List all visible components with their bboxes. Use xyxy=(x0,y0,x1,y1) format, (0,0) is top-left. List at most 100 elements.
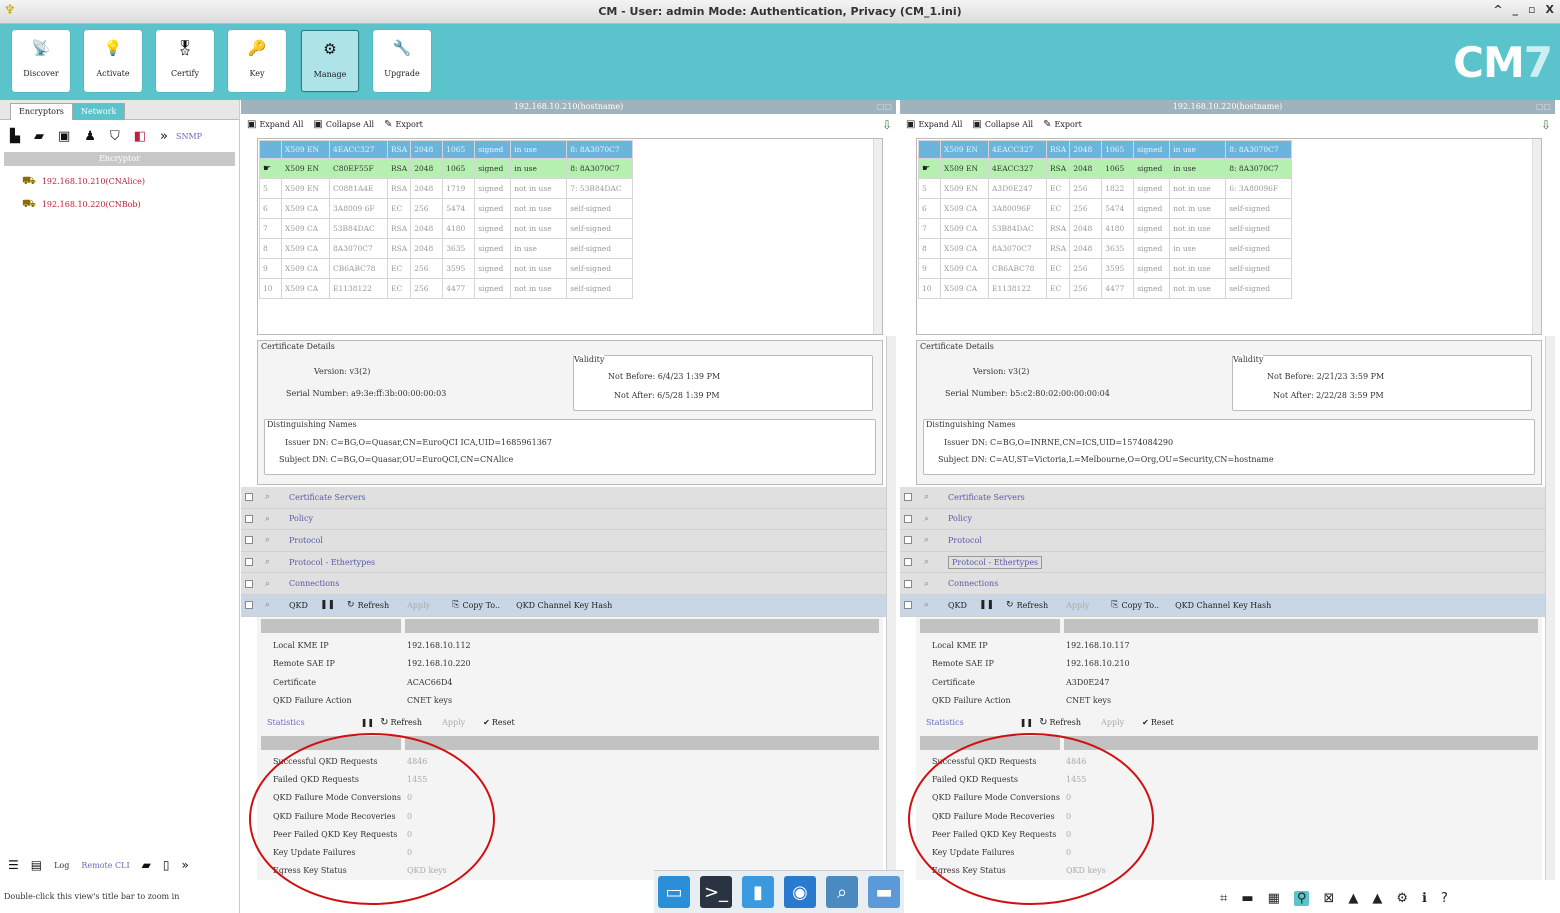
table-row[interactable]: ☛ X509 EN C80EF55F RSA 2048 1065 signed in use 8… xyxy=(259,158,634,179)
new-icon[interactable]: ▙ xyxy=(10,129,20,144)
copy-to-button[interactable]: Copy To.. xyxy=(1121,601,1159,610)
section-policy[interactable]: ⌕ Policy xyxy=(900,508,1545,531)
document-icon[interactable]: ▯ xyxy=(163,858,170,872)
collapse-box-icon[interactable] xyxy=(245,601,253,610)
table-row[interactable]: ☛ X509 EN 4EACC327 RSA 2048 1065 signed in use 8… xyxy=(918,158,1293,179)
search-icon[interactable]: ⌕ xyxy=(826,876,858,908)
expand-box-icon[interactable] xyxy=(245,579,253,588)
expand-box-icon[interactable] xyxy=(904,493,912,502)
qkd-channel-key-hash-button[interactable]: QKD Channel Key Hash xyxy=(1175,601,1271,610)
table-row[interactable]: 7 X509 CA 53B84DAC RSA 2048 4180 signed not in … xyxy=(259,218,634,239)
tab-encryptors[interactable]: Encryptors xyxy=(10,103,73,120)
section-connections[interactable]: ⌕ Connections xyxy=(900,573,1545,595)
table-row[interactable]: 7 X509 CA 53B84DAC RSA 2048 4180 signed not in … xyxy=(918,218,1293,239)
expand-all-button[interactable]: ▣ Expand All xyxy=(906,119,962,130)
pause-icon[interactable]: ❚❚ xyxy=(320,600,335,610)
open-folder-icon[interactable]: ▰ xyxy=(34,129,44,144)
qkd-field-value[interactable]: 192.168.10.220 xyxy=(407,659,471,668)
toolbar-button-manage[interactable]: ⚙ Manage xyxy=(301,30,359,92)
table-header-cell[interactable]: X509 EN xyxy=(281,140,330,159)
grid-icon[interactable]: ▦ xyxy=(1268,891,1280,906)
pause-icon[interactable]: ❚❚ xyxy=(979,600,994,610)
table-header-cell[interactable] xyxy=(259,140,282,159)
qkd-apply-button[interactable]: Apply xyxy=(407,601,430,610)
table-scrollbar[interactable] xyxy=(873,139,882,334)
more-chevron-icon[interactable]: » xyxy=(160,129,168,144)
table-header-cell[interactable]: signed xyxy=(1133,140,1171,159)
tree-node-bob[interactable]: ⛟ 192.168.10.220(CNBob) xyxy=(22,197,239,212)
collapse-all-button[interactable]: ▣ Collapse All xyxy=(313,119,374,130)
expand-box-icon[interactable] xyxy=(904,536,912,545)
qkd-field-value[interactable]: CNET keys xyxy=(1066,696,1111,705)
file-manager-icon[interactable]: ▮ xyxy=(742,876,774,908)
table-row[interactable]: 10 X509 CA E1138122 EC 256 4477 signed not in u… xyxy=(259,278,634,299)
expand-box-icon[interactable] xyxy=(245,493,253,502)
collapse-all-button[interactable]: ▣ Collapse All xyxy=(972,119,1033,130)
remote-cli-link[interactable]: Remote CLI xyxy=(81,861,129,870)
refresh-icon[interactable]: ↻ xyxy=(380,717,388,728)
expand-all-button[interactable]: ▣ Expand All xyxy=(247,119,303,130)
qkd-refresh-button[interactable]: ↻ xyxy=(347,600,355,610)
table-header-cell[interactable]: 8: 8A3070C7 xyxy=(566,140,634,159)
stats-apply-button[interactable]: Apply xyxy=(442,718,465,727)
stats-reset-button[interactable]: Reset xyxy=(1151,718,1174,727)
shield-icon[interactable]: ⛉ xyxy=(110,129,120,144)
zoom-select-icon[interactable]: ⌗ xyxy=(1220,891,1227,906)
close-box-icon[interactable]: ⊠ xyxy=(1323,891,1334,906)
expand-box-icon[interactable] xyxy=(245,514,253,523)
section-qkd[interactable]: ⌕ QKD ❚❚ ↻ Refresh Apply ⎘ Copy To.. QKD Channel… xyxy=(241,594,886,617)
browser-globe-icon[interactable]: ◉ xyxy=(784,876,816,908)
copy-icon[interactable]: ⎘ xyxy=(452,600,459,610)
expand-box-icon[interactable] xyxy=(904,558,912,567)
snmp-link[interactable]: SNMP xyxy=(176,132,202,141)
desktop-icon[interactable]: ▭ xyxy=(658,876,690,908)
section-certificate-servers[interactable]: ⌕ Certificate Servers xyxy=(900,487,1545,509)
toolbar-button-upgrade[interactable]: 🔧 Upgrade xyxy=(373,30,431,92)
table-scrollbar[interactable] xyxy=(1532,139,1541,334)
table-row[interactable]: 9 X509 CA CB6ABC78 EC 256 3595 signed not in us… xyxy=(259,258,634,279)
copy-to-button[interactable]: Copy To.. xyxy=(462,601,500,610)
table-header-cell[interactable]: 8: 8A3070C7 xyxy=(1225,140,1293,159)
reset-icon[interactable]: ✔ xyxy=(1142,718,1149,727)
section-protocol[interactable]: ⌕ Protocol xyxy=(900,530,1545,552)
users-icon[interactable]: ♟ xyxy=(84,129,96,144)
stats-reset-button[interactable]: Reset xyxy=(492,718,515,727)
section-protocol-ethertypes[interactable]: ⌕ Protocol - Ethertypes xyxy=(241,551,886,574)
folder-icon[interactable]: ▰ xyxy=(142,858,151,872)
log-dropdown[interactable]: Log xyxy=(54,861,69,870)
toolbar-button-key[interactable]: 🔑 Key xyxy=(228,30,286,92)
copy-icon[interactable]: ⎘ xyxy=(1111,600,1118,610)
help-icon[interactable]: ? xyxy=(1441,891,1448,906)
table-row[interactable]: 10 X509 CA E1138122 EC 256 4477 signed not in u… xyxy=(918,278,1293,299)
table-header-cell[interactable]: 2048 xyxy=(410,140,444,159)
pane-scrollbar[interactable] xyxy=(886,336,896,880)
pane-scrollbar[interactable] xyxy=(1545,336,1555,880)
section-connections[interactable]: ⌕ Connections xyxy=(241,573,886,595)
more-chevron-icon[interactable]: » xyxy=(181,858,188,872)
warning-icon[interactable]: ▲ xyxy=(1348,891,1358,906)
tab-network[interactable]: Network xyxy=(72,103,126,120)
qkd-field-value[interactable]: ACAC66D4 xyxy=(407,678,452,687)
section-protocol[interactable]: ⌕ Protocol xyxy=(241,530,886,552)
save-icon[interactable]: ▣ xyxy=(58,129,70,144)
stats-apply-button[interactable]: Apply xyxy=(1101,718,1124,727)
section-policy[interactable]: ⌕ Policy xyxy=(241,508,886,531)
qkd-field-value[interactable]: 192.168.10.112 xyxy=(407,641,471,650)
reset-icon[interactable]: ✔ xyxy=(483,718,490,727)
toolbar-button-discover[interactable]: 📡 Discover xyxy=(12,30,70,92)
collapse-box-icon[interactable] xyxy=(904,601,912,610)
settings-icon[interactable]: ⚙ xyxy=(1396,891,1408,906)
window-minimize-button[interactable]: _ xyxy=(1513,3,1519,16)
table-header-cell[interactable]: in use xyxy=(510,140,568,159)
tree-node-alice[interactable]: ⛟ 192.168.10.210(CNAlice) xyxy=(22,174,239,189)
table-header-cell[interactable] xyxy=(918,140,941,159)
section-protocol-ethertypes[interactable]: ⌕ Protocol - Ethertypes xyxy=(900,551,1545,574)
window-maximize-button[interactable]: ▫ xyxy=(1528,3,1535,16)
table-row[interactable]: 9 X509 CA CB6ABC78 EC 256 3595 signed not in us… xyxy=(918,258,1293,279)
qkd-field-value[interactable]: 192.168.10.210 xyxy=(1066,659,1130,668)
export-button[interactable]: ✎ Export xyxy=(384,119,423,130)
stats-refresh-button[interactable]: Refresh xyxy=(391,718,423,727)
terminal-icon[interactable]: >_ xyxy=(700,876,732,908)
expand-box-icon[interactable] xyxy=(904,579,912,588)
export-button[interactable]: ✎ Export xyxy=(1043,119,1082,130)
